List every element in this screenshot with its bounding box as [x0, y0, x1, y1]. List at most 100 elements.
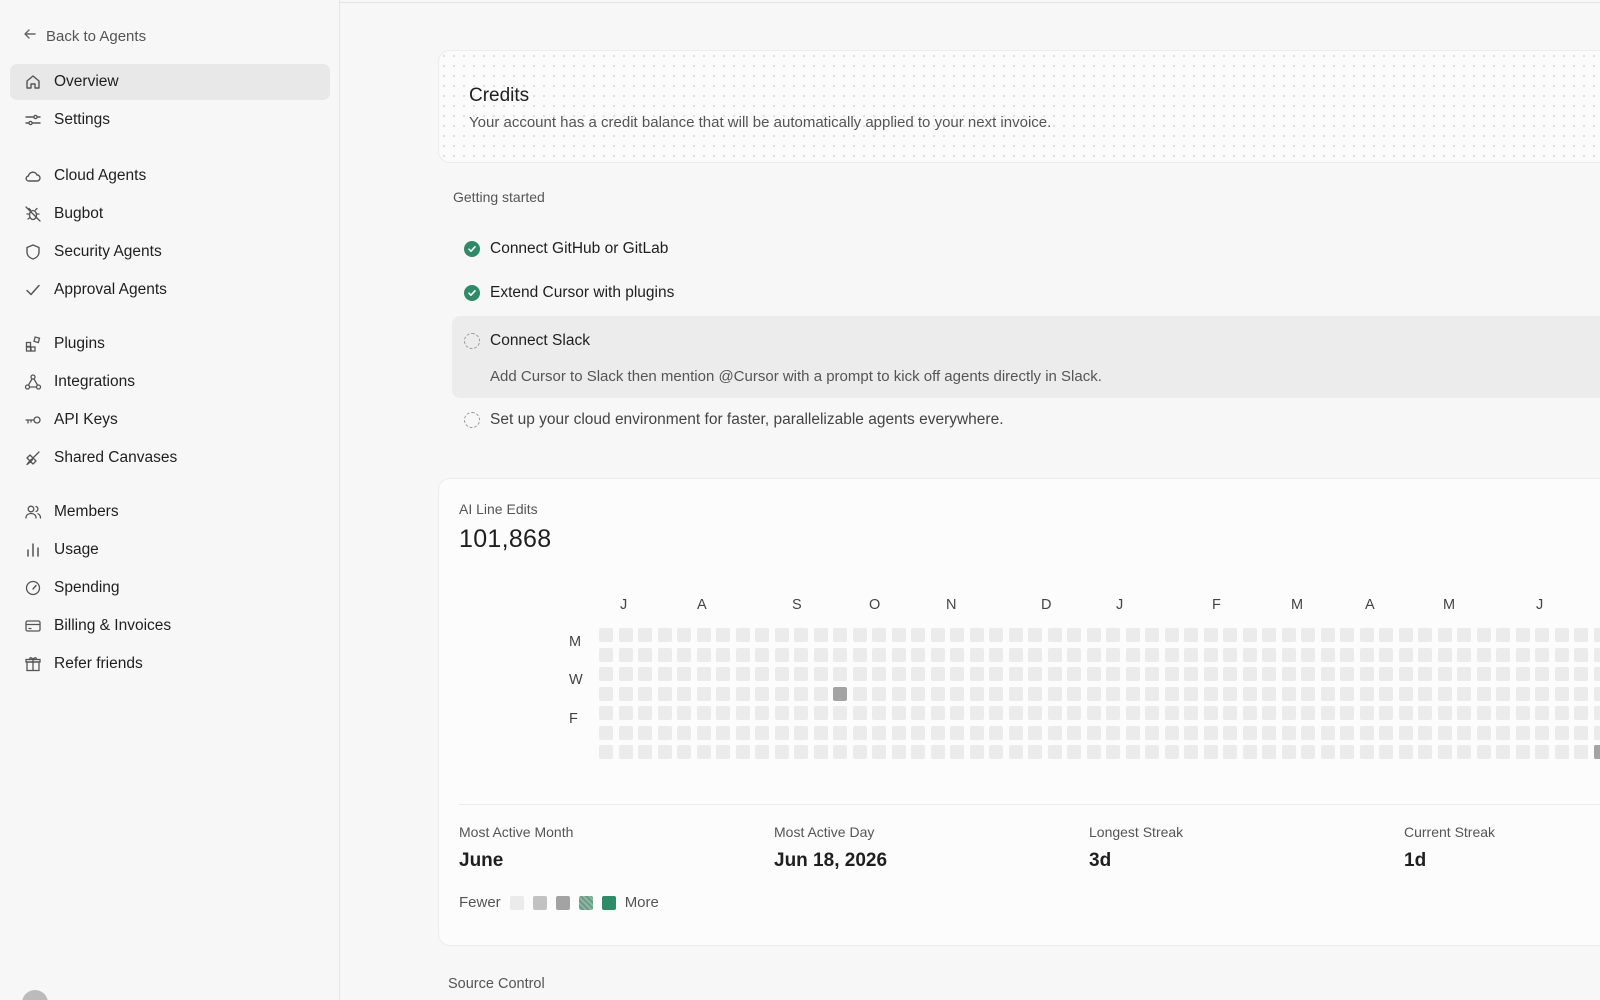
- heatmap-cell[interactable]: [1437, 628, 1452, 642]
- heatmap-cell[interactable]: [1398, 628, 1413, 642]
- heatmap-cell[interactable]: [1379, 725, 1393, 740]
- heatmap-cell[interactable]: [1008, 706, 1023, 720]
- heatmap-cell[interactable]: [735, 725, 750, 740]
- heatmap-cell[interactable]: [1554, 706, 1569, 720]
- heatmap-cell[interactable]: [1301, 725, 1315, 740]
- heatmap-cell[interactable]: [1574, 725, 1588, 740]
- heatmap-cell[interactable]: [1262, 647, 1276, 662]
- heatmap-cell[interactable]: [1028, 686, 1042, 701]
- heatmap-cell[interactable]: [1515, 706, 1530, 720]
- heatmap-cell[interactable]: [1164, 628, 1179, 642]
- heatmap-cell[interactable]: [1593, 725, 1600, 740]
- heatmap-cell[interactable]: [1242, 686, 1257, 701]
- heatmap-cell[interactable]: [1262, 628, 1276, 642]
- sidebar-item-bugbot[interactable]: Bugbot: [10, 196, 330, 232]
- heatmap-cell[interactable]: [1457, 745, 1471, 759]
- heatmap-cell[interactable]: [911, 725, 925, 740]
- heatmap-cell[interactable]: [969, 628, 984, 642]
- heatmap-cell[interactable]: [755, 686, 769, 701]
- heatmap-cell[interactable]: [638, 706, 652, 720]
- heatmap-cell[interactable]: [1223, 667, 1237, 681]
- heatmap-cell[interactable]: [1457, 725, 1471, 740]
- heatmap-cell[interactable]: [891, 628, 906, 642]
- heatmap-cell[interactable]: [1496, 725, 1510, 740]
- heatmap-cell[interactable]: [1262, 667, 1276, 681]
- sidebar-item-shared-canvases[interactable]: Shared Canvases: [10, 440, 330, 476]
- heatmap-cell[interactable]: [911, 647, 925, 662]
- heatmap-cell[interactable]: [599, 706, 613, 720]
- sidebar-item-refer-friends[interactable]: Refer friends: [10, 646, 330, 682]
- heatmap-cell[interactable]: [774, 706, 789, 720]
- heatmap-cell[interactable]: [1125, 686, 1140, 701]
- heatmap-cell[interactable]: [1223, 628, 1237, 642]
- heatmap-cell[interactable]: [1320, 706, 1335, 720]
- heatmap-cell[interactable]: [1145, 725, 1159, 740]
- sidebar-item-approval-agents[interactable]: Approval Agents: [10, 272, 330, 308]
- heatmap-cell[interactable]: [638, 667, 652, 681]
- heatmap-cell[interactable]: [774, 686, 789, 701]
- heatmap-cell[interactable]: [930, 647, 945, 662]
- heatmap-cell[interactable]: [1223, 686, 1237, 701]
- heatmap-cell[interactable]: [872, 706, 886, 720]
- heatmap-cell[interactable]: [1047, 686, 1062, 701]
- heatmap-cell[interactable]: [1574, 647, 1588, 662]
- heatmap-cell[interactable]: [1223, 647, 1237, 662]
- heatmap-cell[interactable]: [774, 628, 789, 642]
- heatmap-cell[interactable]: [1047, 745, 1062, 759]
- heatmap-cell[interactable]: [1047, 725, 1062, 740]
- heatmap-cell[interactable]: [1047, 628, 1062, 642]
- heatmap-cell[interactable]: [1125, 745, 1140, 759]
- heatmap-cell[interactable]: [1145, 667, 1159, 681]
- heatmap-cell[interactable]: [891, 647, 906, 662]
- heatmap-cell[interactable]: [677, 725, 691, 740]
- heatmap-cell[interactable]: [657, 725, 672, 740]
- heatmap-cell[interactable]: [833, 725, 847, 740]
- heatmap-cell[interactable]: [1574, 628, 1588, 642]
- heatmap-cell[interactable]: [969, 745, 984, 759]
- heatmap-cell[interactable]: [950, 686, 964, 701]
- heatmap-cell[interactable]: [1145, 647, 1159, 662]
- heatmap-cell[interactable]: [1535, 725, 1549, 740]
- heatmap-cell[interactable]: [1359, 725, 1374, 740]
- heatmap-cell[interactable]: [911, 628, 925, 642]
- heatmap-cell[interactable]: [1340, 706, 1354, 720]
- heatmap-cell[interactable]: [657, 667, 672, 681]
- heatmap-cell[interactable]: [813, 628, 828, 642]
- heatmap-cell[interactable]: [1242, 725, 1257, 740]
- heatmap-cell[interactable]: [1184, 745, 1198, 759]
- heatmap-cell[interactable]: [1086, 667, 1101, 681]
- heatmap-cell[interactable]: [1340, 647, 1354, 662]
- heatmap-cell[interactable]: [1515, 667, 1530, 681]
- heatmap-cell[interactable]: [1008, 667, 1023, 681]
- heatmap-cell[interactable]: [1028, 667, 1042, 681]
- heatmap-cell[interactable]: [735, 628, 750, 642]
- heatmap-cell[interactable]: [1164, 647, 1179, 662]
- heatmap-cell[interactable]: [696, 686, 711, 701]
- heatmap-cell[interactable]: [716, 647, 730, 662]
- heatmap-cell[interactable]: [1086, 745, 1101, 759]
- heatmap-cell[interactable]: [833, 628, 847, 642]
- sidebar-item-spending[interactable]: Spending: [10, 570, 330, 606]
- heatmap-cell[interactable]: [1379, 647, 1393, 662]
- heatmap-cell[interactable]: [1554, 745, 1569, 759]
- heatmap-cell[interactable]: [930, 706, 945, 720]
- heatmap-cell[interactable]: [969, 667, 984, 681]
- heatmap-cell[interactable]: [989, 647, 1003, 662]
- heatmap-cell[interactable]: [1593, 647, 1600, 662]
- heatmap-cell[interactable]: [1320, 686, 1335, 701]
- heatmap-cell[interactable]: [1223, 745, 1237, 759]
- heatmap-cell[interactable]: [1067, 647, 1081, 662]
- heatmap-cell[interactable]: [852, 667, 867, 681]
- heatmap-cell[interactable]: [1437, 745, 1452, 759]
- heatmap-cell[interactable]: [1515, 647, 1530, 662]
- heatmap-cell[interactable]: [774, 667, 789, 681]
- heatmap-cell[interactable]: [677, 628, 691, 642]
- heatmap-cell[interactable]: [1067, 628, 1081, 642]
- heatmap-cell[interactable]: [638, 725, 652, 740]
- heatmap-cell[interactable]: [1067, 667, 1081, 681]
- heatmap-cell[interactable]: [618, 686, 633, 701]
- heatmap-cell[interactable]: [950, 628, 964, 642]
- sidebar-item-plugins[interactable]: Plugins: [10, 326, 330, 362]
- heatmap-cell[interactable]: [1554, 725, 1569, 740]
- heatmap-cell[interactable]: [1281, 667, 1296, 681]
